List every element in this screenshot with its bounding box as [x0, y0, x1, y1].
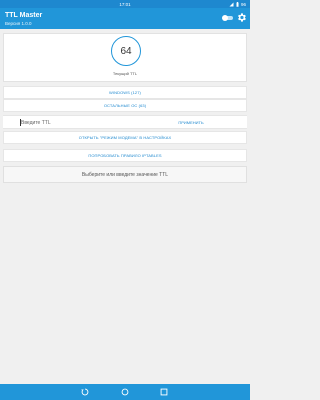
ttl-caption: Текущий TTL — [112, 71, 138, 76]
ttl-input[interactable] — [21, 118, 141, 127]
home-icon[interactable] — [120, 387, 130, 397]
battery-level: 96 — [240, 1, 246, 7]
toggle-thumb — [222, 15, 228, 21]
ttl-value-circle: 64 — [111, 36, 141, 66]
app-title: TTL Master — [5, 12, 43, 19]
app-version: Версия 1.0.0 — [5, 21, 32, 26]
open-modem-settings-button[interactable]: ОТКРЫТЬ "РЕЖИМ МОДЕМА" В НАСТРОЙКАХ — [3, 131, 247, 144]
status-message: Выберите или введите значение TTL — [3, 166, 247, 183]
apply-button[interactable]: ПРИМЕНИТЬ — [161, 120, 221, 125]
recents-icon[interactable] — [159, 387, 169, 397]
ttl-value: 64 — [120, 45, 132, 57]
battery-icon — [236, 1, 239, 7]
status-time: 17:01 — [119, 1, 131, 7]
ttl-input-row: ПРИМЕНИТЬ — [3, 115, 247, 129]
other-os-ttl-button[interactable]: ОСТАЛЬНЫЕ ОС (63) — [3, 99, 247, 112]
status-icons: 96 — [229, 1, 246, 7]
current-ttl-card: 64 Текущий TTL — [3, 33, 247, 82]
signal-icon — [229, 2, 234, 6]
gear-icon[interactable] — [236, 12, 247, 23]
app-bar: TTL Master Версия 1.0.0 — [0, 8, 250, 29]
windows-ttl-button[interactable]: WINDOWS (127) — [3, 86, 247, 99]
back-icon[interactable] — [80, 387, 90, 397]
navigation-bar — [0, 384, 250, 400]
enable-toggle[interactable] — [222, 15, 233, 21]
status-bar: 17:01 96 — [0, 0, 250, 8]
try-iptables-button[interactable]: ПОПРОБОВАТЬ ПРАВИЛО IPTABLES — [3, 149, 247, 162]
